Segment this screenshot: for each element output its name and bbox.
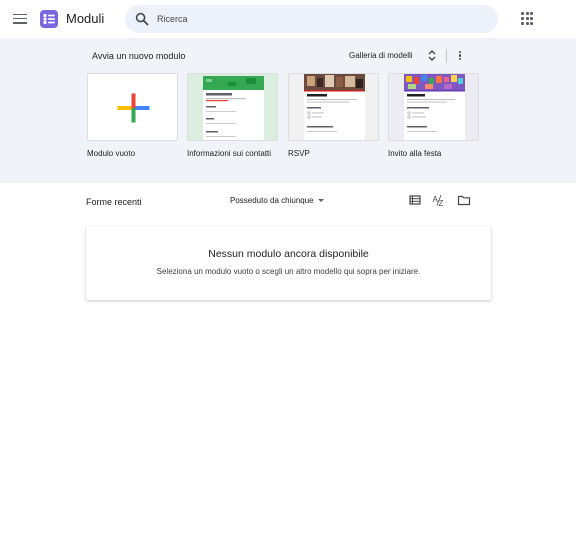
search-icon[interactable]	[135, 12, 149, 26]
forms-logo-icon[interactable]	[39, 9, 59, 29]
template-gallery: Avvia un nuovo modulo Galleria di modell…	[0, 38, 576, 183]
template-blank-thumbnail[interactable]	[87, 73, 178, 141]
template-label: RSVP	[288, 149, 310, 158]
contact-form-preview-icon	[203, 76, 264, 140]
gallery-divider	[446, 49, 447, 63]
sort-az-icon[interactable]: A Z	[432, 193, 446, 207]
owner-filter-dropdown[interactable]: Posseduto da chiunque	[230, 196, 324, 205]
app-title[interactable]: Moduli	[66, 11, 104, 26]
template-label: Invito alla festa	[388, 149, 442, 158]
template-rsvp-thumbnail[interactable]	[288, 73, 379, 141]
party-form-preview-icon	[404, 74, 465, 140]
search-input[interactable]	[157, 5, 477, 33]
folder-icon[interactable]	[457, 193, 471, 207]
recent-forms-title: Forme recenti	[86, 197, 142, 207]
dropdown-arrow-icon	[317, 199, 324, 203]
empty-state-subtitle: Seleziona un modulo vuoto o scegli un al…	[156, 267, 421, 276]
template-label: Informazioni sui contatti	[187, 149, 272, 158]
owner-filter-label: Posseduto da chiunque	[230, 196, 314, 205]
main-menu-icon[interactable]	[12, 11, 28, 27]
gallery-title: Avvia un nuovo modulo	[92, 51, 186, 61]
template-blank[interactable]: Modulo vuoto	[87, 73, 178, 158]
more-vert-icon[interactable]	[456, 49, 464, 63]
empty-state-card: Nessun modulo ancora disponibile Selezio…	[86, 226, 491, 300]
search-bar[interactable]	[125, 5, 498, 33]
template-party-invite[interactable]: Invito alla festa	[388, 73, 479, 158]
rsvp-form-preview-icon	[304, 74, 365, 140]
list-view-icon[interactable]	[408, 193, 422, 207]
template-contact-thumbnail[interactable]	[187, 73, 278, 141]
template-rsvp[interactable]: RSVP	[288, 73, 379, 158]
plus-icon	[117, 93, 150, 123]
top-app-bar: Moduli	[0, 0, 576, 38]
empty-state-title: Nessun modulo ancora disponibile	[208, 248, 369, 260]
unfold-more-icon[interactable]	[426, 49, 438, 62]
google-apps-icon[interactable]	[521, 12, 535, 26]
template-label: Modulo vuoto	[87, 149, 136, 158]
template-party-thumbnail[interactable]	[388, 73, 479, 141]
template-gallery-button[interactable]: Galleria di modelli	[349, 51, 413, 60]
template-contact-info[interactable]: Informazioni sui contatti	[187, 73, 278, 158]
